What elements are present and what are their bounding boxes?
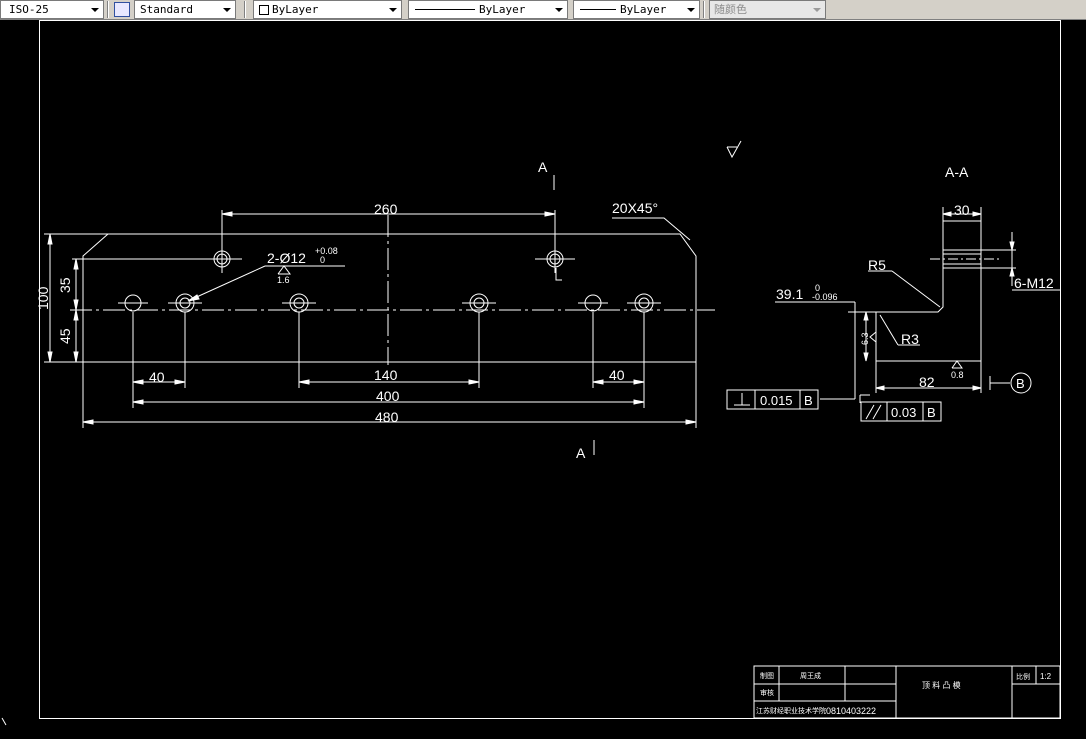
hole-tol-lower: 0 (320, 255, 325, 265)
layer-value: ByLayer (272, 3, 319, 16)
title-school: 江苏财经职业技术学院 (756, 706, 826, 715)
lineweight-sample-icon (580, 9, 616, 10)
section-label-bottom: A (576, 445, 586, 461)
gdt-perp-value: 0.015 (760, 393, 793, 408)
gdt-par-datum: B (927, 405, 936, 420)
hole-marks (118, 245, 661, 313)
toolbar-separator (244, 1, 246, 18)
bolt-hole (282, 293, 316, 313)
dim-30: 30 (954, 202, 970, 218)
chevron-down-icon (91, 8, 99, 12)
radius-r5: R5 (868, 257, 886, 273)
linetype-dropdown[interactable]: ByLayer (408, 0, 568, 19)
section-view (726, 207, 1060, 422)
section-title: A-A (945, 164, 969, 180)
section-label-top: A (538, 159, 548, 175)
dimstyle-value: ISO-25 (9, 3, 49, 16)
dim-40-left: 40 (149, 369, 165, 385)
chevron-down-icon (555, 8, 563, 12)
gdt-perp-datum: B (804, 393, 813, 408)
chevron-down-icon (223, 8, 231, 12)
dim-400: 400 (376, 388, 400, 404)
chevron-down-icon (813, 8, 821, 12)
layer-dropdown[interactable]: ByLayer (253, 0, 402, 19)
drawing-border (39, 20, 1061, 719)
dim-480: 480 (375, 409, 399, 425)
thread-note: 6-M12 (1014, 275, 1054, 291)
textstyle-value: Standard (140, 3, 193, 16)
front-view (70, 215, 715, 365)
chamfer-note: 20X45° (612, 200, 658, 216)
dim-82: 82 (919, 374, 935, 390)
color-swatch-icon (259, 5, 269, 15)
gdt-par-value: 0.03 (891, 405, 916, 420)
hole-callout-leader (187, 265, 345, 302)
bolt-hole (118, 294, 148, 312)
lineweight-value: ByLayer (620, 3, 667, 16)
dim-39-tol-lower: -0.096 (812, 292, 838, 302)
title-student-id: 0810403222 (826, 706, 876, 716)
bolt-hole (578, 294, 608, 312)
title-label-check: 审核 (760, 688, 774, 697)
drawing-canvas[interactable]: A A 20X45° 260 2-Ø12 +0.08 0 1.6 100 35 … (0, 20, 1086, 739)
chamfer-leader (612, 217, 691, 241)
text-style-icon[interactable] (114, 2, 130, 17)
toolbar-separator (107, 1, 109, 18)
plotstyle-dropdown: 随颜色 (709, 0, 826, 19)
title-scale-value: 1:2 (1040, 672, 1052, 681)
roughness-symbol-general (726, 140, 742, 159)
dim-100: 100 (35, 286, 51, 310)
lineweight-dropdown[interactable]: ByLayer (573, 0, 700, 19)
chevron-down-icon (389, 8, 397, 12)
datum-b-label: B (1016, 376, 1025, 391)
hole-callout: 2-Ø12 (267, 250, 306, 266)
bolt-hole (627, 293, 661, 313)
section-cut-marks (553, 175, 595, 455)
dim-45: 45 (57, 328, 73, 344)
title-label-scale: 比例 (1016, 672, 1030, 681)
dim-39-1: 39.1 (776, 286, 803, 302)
toolbar-separator (703, 1, 705, 18)
hole-tol-upper: +0.08 (315, 246, 338, 256)
linetype-value: ByLayer (479, 3, 526, 16)
linetype-sample-icon (415, 9, 475, 10)
roughness-base: 0.8 (951, 370, 964, 380)
title-name-drawn: 周王成 (800, 671, 821, 680)
dim-35: 35 (57, 277, 73, 293)
title-label-drawn: 制图 (760, 671, 774, 680)
properties-toolbar: ISO-25 Standard ByLayer ByLayer ByLayer … (0, 0, 1086, 20)
radius-r3: R3 (901, 331, 919, 347)
dimstyle-dropdown[interactable]: ISO-25 (0, 0, 104, 19)
ucs-icon (1, 717, 7, 726)
roughness-hole: 1.6 (277, 275, 290, 285)
dim-260: 260 (374, 201, 398, 217)
roughness-side: 6.3 (860, 332, 870, 345)
textstyle-dropdown[interactable]: Standard (134, 0, 236, 19)
plotstyle-value: 随颜色 (714, 3, 747, 16)
dim-40-right: 40 (609, 367, 625, 383)
chevron-down-icon (687, 8, 695, 12)
dim-140: 140 (374, 367, 398, 383)
title-part-name: 顶 料 凸 模 (922, 680, 961, 690)
bolt-hole (462, 293, 496, 313)
